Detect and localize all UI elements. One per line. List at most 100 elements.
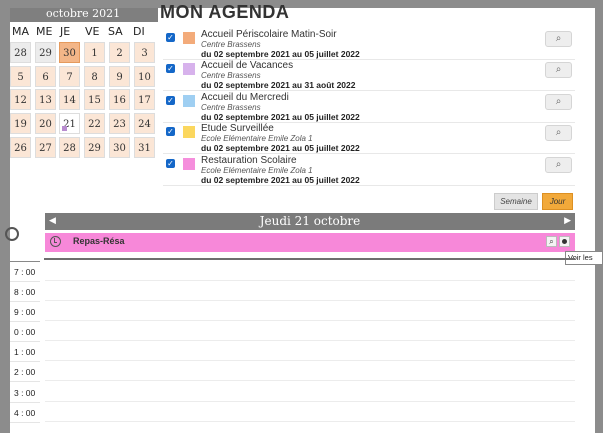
calendar-day-number: 14	[63, 95, 76, 106]
hour-label: 1 : 00	[14, 347, 36, 357]
activity-dates: du 02 septembre 2021 au 05 juillet 2022	[201, 143, 360, 153]
calendar-day-cell[interactable]: 2	[109, 42, 130, 63]
calendar-day-cell[interactable]: 23	[109, 113, 130, 134]
calendar-day-cell[interactable]: 29	[35, 42, 56, 63]
calendar-day-cell[interactable]: 28	[59, 137, 80, 158]
calendar-day-cell[interactable]: 28	[10, 42, 31, 63]
activity-checkbox[interactable]: ✓	[166, 127, 175, 136]
calendar-day-header: SA	[108, 25, 123, 38]
activity-checkbox[interactable]: ✓	[166, 96, 175, 105]
calendar-day-number: 31	[138, 143, 151, 154]
calendar-day-cell[interactable]: 15	[84, 89, 105, 110]
calendar-day-header: JE	[60, 25, 71, 38]
hour-gridline-left	[10, 402, 40, 403]
calendar-day-number: 17	[138, 95, 151, 106]
zoom-button[interactable]: ⌕	[545, 31, 572, 47]
calendar-day-cell[interactable]: 22	[84, 113, 105, 134]
calendar-day-number: 10	[138, 72, 151, 83]
zoom-button[interactable]: ⌕	[545, 94, 572, 110]
calendar-day-cell[interactable]: 1	[84, 42, 105, 63]
calendar-day-cell[interactable]: 26	[10, 137, 31, 158]
activity-color-swatch	[183, 126, 195, 138]
zoom-button[interactable]: ⌕	[545, 157, 572, 173]
calendar-day-cell[interactable]: 24	[134, 113, 155, 134]
calendar-day-cell[interactable]: 29	[84, 137, 105, 158]
calendar-day-cell[interactable]: 17	[134, 89, 155, 110]
calendar-day-number: 24	[138, 119, 151, 130]
calendar-day-cell[interactable]: 14	[59, 89, 80, 110]
activity-checkbox[interactable]: ✓	[166, 33, 175, 42]
calendar-day-number: 26	[14, 143, 27, 154]
hour-gridline	[45, 360, 575, 361]
calendar-day-number: 3	[141, 48, 148, 59]
activity-name: Accueil du Mercredi	[201, 92, 289, 103]
calendar-day-number: 30	[113, 143, 126, 154]
calendar-day-cell[interactable]: 27	[35, 137, 56, 158]
calendar-day-cell[interactable]: 19	[10, 113, 31, 134]
calendar-day-cell[interactable]: 21	[59, 113, 80, 134]
calendar-day-cell[interactable]: 31	[134, 137, 155, 158]
hour-gridline	[45, 300, 575, 301]
hour-gridline-left	[10, 361, 40, 362]
day-view-button[interactable]: Jour	[542, 193, 573, 210]
event-zoom-icon[interactable]: ⌕	[546, 236, 557, 247]
week-view-button[interactable]: Semaine	[494, 193, 538, 210]
calendar-day-cell[interactable]: 3	[134, 42, 155, 63]
calendar-day-number: 22	[88, 119, 101, 130]
calendar-day-number: 6	[42, 72, 49, 83]
activity-name: Accueil de Vacances	[201, 60, 294, 71]
activity-row: ✓ Accueil du Mercredi Centre Brassens du 02…	[163, 92, 575, 123]
calendar-day-cell[interactable]: 7	[59, 66, 80, 87]
event-marker	[62, 126, 67, 131]
calendar-day-cell[interactable]: 20	[35, 113, 56, 134]
calendar-day-cell[interactable]: 30	[59, 42, 80, 63]
activity-place: Centre Brassens	[201, 40, 261, 49]
activity-checkbox[interactable]: ✓	[166, 159, 175, 168]
hour-gridline	[45, 320, 575, 321]
hour-gridline-left	[10, 281, 40, 282]
calendar-day-cell[interactable]: 8	[84, 66, 105, 87]
zoom-button[interactable]: ⌕	[545, 62, 572, 78]
activity-place: Ecole Elémentaire Emile Zola 1	[201, 134, 313, 143]
event-label: Repas-Résa	[73, 236, 125, 246]
calendar-day-cell[interactable]: 16	[109, 89, 130, 110]
next-day-arrow-icon[interactable]: ▶	[564, 215, 571, 226]
calendar-day-cell[interactable]: 30	[109, 137, 130, 158]
hour-label: 2 : 00	[14, 367, 36, 377]
activity-color-swatch	[183, 63, 195, 75]
hour-gridline	[45, 421, 575, 422]
window-frame-left	[0, 0, 10, 433]
activity-checkbox[interactable]: ✓	[166, 64, 175, 73]
event-detail-icon[interactable]	[559, 236, 570, 247]
zoom-icon: ⌕	[555, 159, 562, 170]
activity-color-swatch	[183, 158, 195, 170]
calendar-day-number: 20	[39, 119, 52, 130]
calendar-day-cell[interactable]: 13	[35, 89, 56, 110]
calendar-day-header: DI	[133, 25, 145, 38]
hour-label: 0 : 00	[14, 327, 36, 337]
activity-name: Accueil Périscolaire Matin-Soir	[201, 29, 337, 40]
calendar-day-header: MA	[12, 25, 30, 38]
calendar-day-cell[interactable]: 12	[10, 89, 31, 110]
calendar-day-cell[interactable]: 5	[10, 66, 31, 87]
zoom-icon: ⌕	[555, 96, 562, 107]
calendar-day-number: 29	[39, 48, 52, 59]
calendar-day-number: 2	[116, 48, 123, 59]
activity-place: Centre Brassens	[201, 71, 261, 80]
activity-dates: du 02 septembre 2021 au 05 juillet 2022	[201, 112, 360, 122]
hour-label: 9 : 00	[14, 307, 36, 317]
calendar-day-number: 9	[116, 72, 123, 83]
hour-gridline-left	[10, 301, 40, 302]
calendar-day-number: 28	[63, 143, 76, 154]
hour-label: 8 : 00	[14, 287, 36, 297]
zoom-button[interactable]: ⌕	[545, 125, 572, 141]
calendar-month-label: octobre 2021	[46, 7, 121, 20]
hour-gridline-left	[10, 422, 40, 423]
calendar-day-cell[interactable]: 6	[35, 66, 56, 87]
agenda-title: MON AGENDA	[160, 2, 290, 22]
hour-label: 3 : 00	[14, 388, 36, 398]
calendar-day-number: 13	[39, 95, 52, 106]
calendar-day-cell[interactable]: 10	[134, 66, 155, 87]
event-bar[interactable]: Repas-Résa ⌕	[45, 233, 575, 252]
calendar-day-cell[interactable]: 9	[109, 66, 130, 87]
